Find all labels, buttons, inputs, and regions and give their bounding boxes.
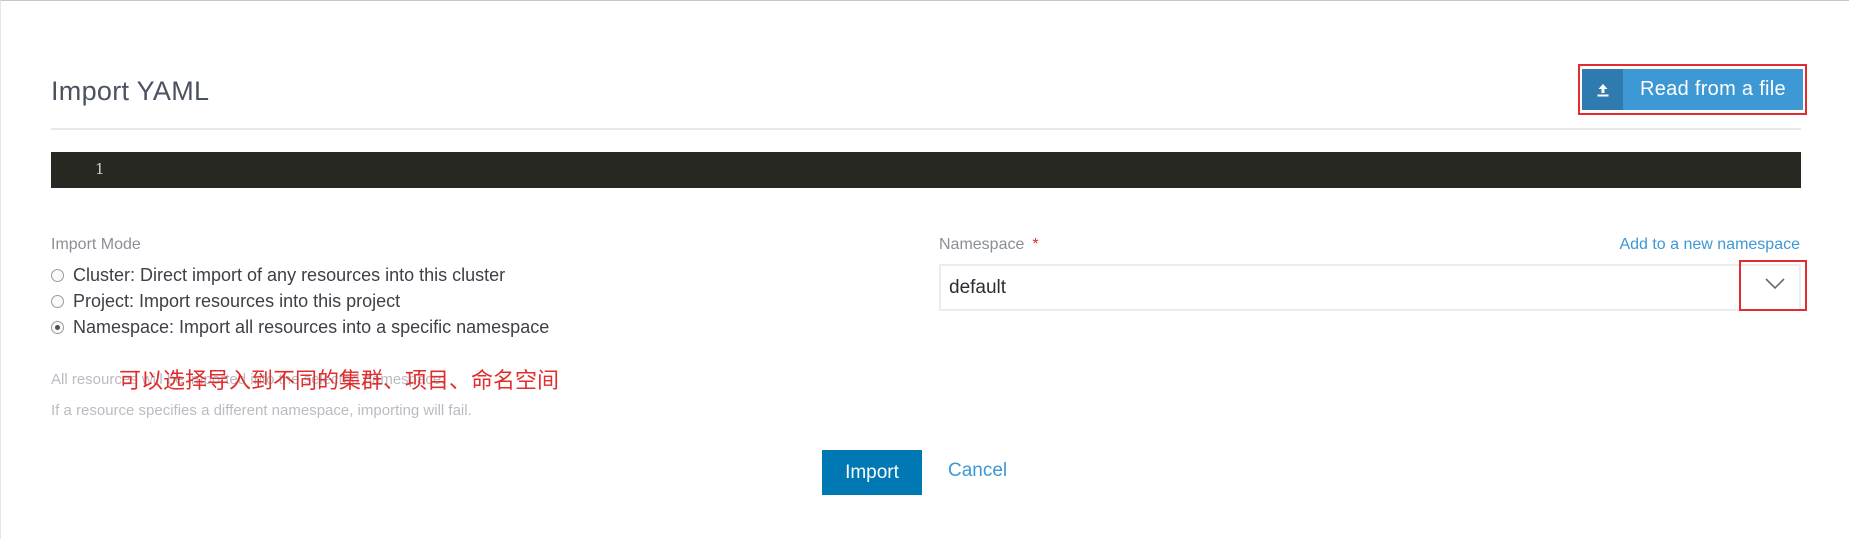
namespace-selected-value: default <box>949 276 1007 298</box>
help-text-line-2: If a resource specifies a different name… <box>51 402 472 419</box>
annotation-text: 可以选择导入到不同的集群、项目、命名空间 <box>119 369 560 394</box>
radio-project-input[interactable] <box>51 295 64 308</box>
radio-project[interactable]: Project: Import resources into this proj… <box>51 291 400 312</box>
add-new-namespace-link[interactable]: Add to a new namespace <box>1619 236 1800 254</box>
radio-namespace-input[interactable] <box>51 321 64 334</box>
editor-line-number: 1 <box>95 160 105 178</box>
radio-project-label: Project: Import resources into this proj… <box>73 291 401 311</box>
upload-icon <box>1582 69 1623 110</box>
import-mode-label: Import Mode <box>51 236 141 253</box>
radio-cluster-label: Cluster: Direct import of any resources … <box>73 265 506 285</box>
namespace-select[interactable]: default <box>939 264 1801 311</box>
import-yaml-page: Import YAML Read from a file 1 Import Mo… <box>0 0 1849 539</box>
chevron-down-icon[interactable] <box>1765 277 1785 295</box>
required-mark: * <box>1032 236 1039 253</box>
radio-namespace-label: Namespace: Import all resources into a s… <box>73 317 550 337</box>
radio-cluster[interactable]: Cluster: Direct import of any resources … <box>51 265 505 286</box>
cancel-button[interactable]: Cancel <box>948 460 1007 482</box>
yaml-editor[interactable]: 1 <box>51 152 1801 188</box>
header-divider <box>51 128 1801 130</box>
read-from-file-label: Read from a file <box>1640 78 1786 100</box>
radio-namespace[interactable]: Namespace: Import all resources into a s… <box>51 317 549 338</box>
import-button[interactable]: Import <box>822 450 922 495</box>
namespace-label: Namespace * <box>939 236 1039 254</box>
radio-cluster-input[interactable] <box>51 269 64 282</box>
read-from-file-button[interactable]: Read from a file <box>1582 69 1803 110</box>
page-title: Import YAML <box>51 76 210 106</box>
namespace-label-text: Namespace <box>939 236 1025 253</box>
